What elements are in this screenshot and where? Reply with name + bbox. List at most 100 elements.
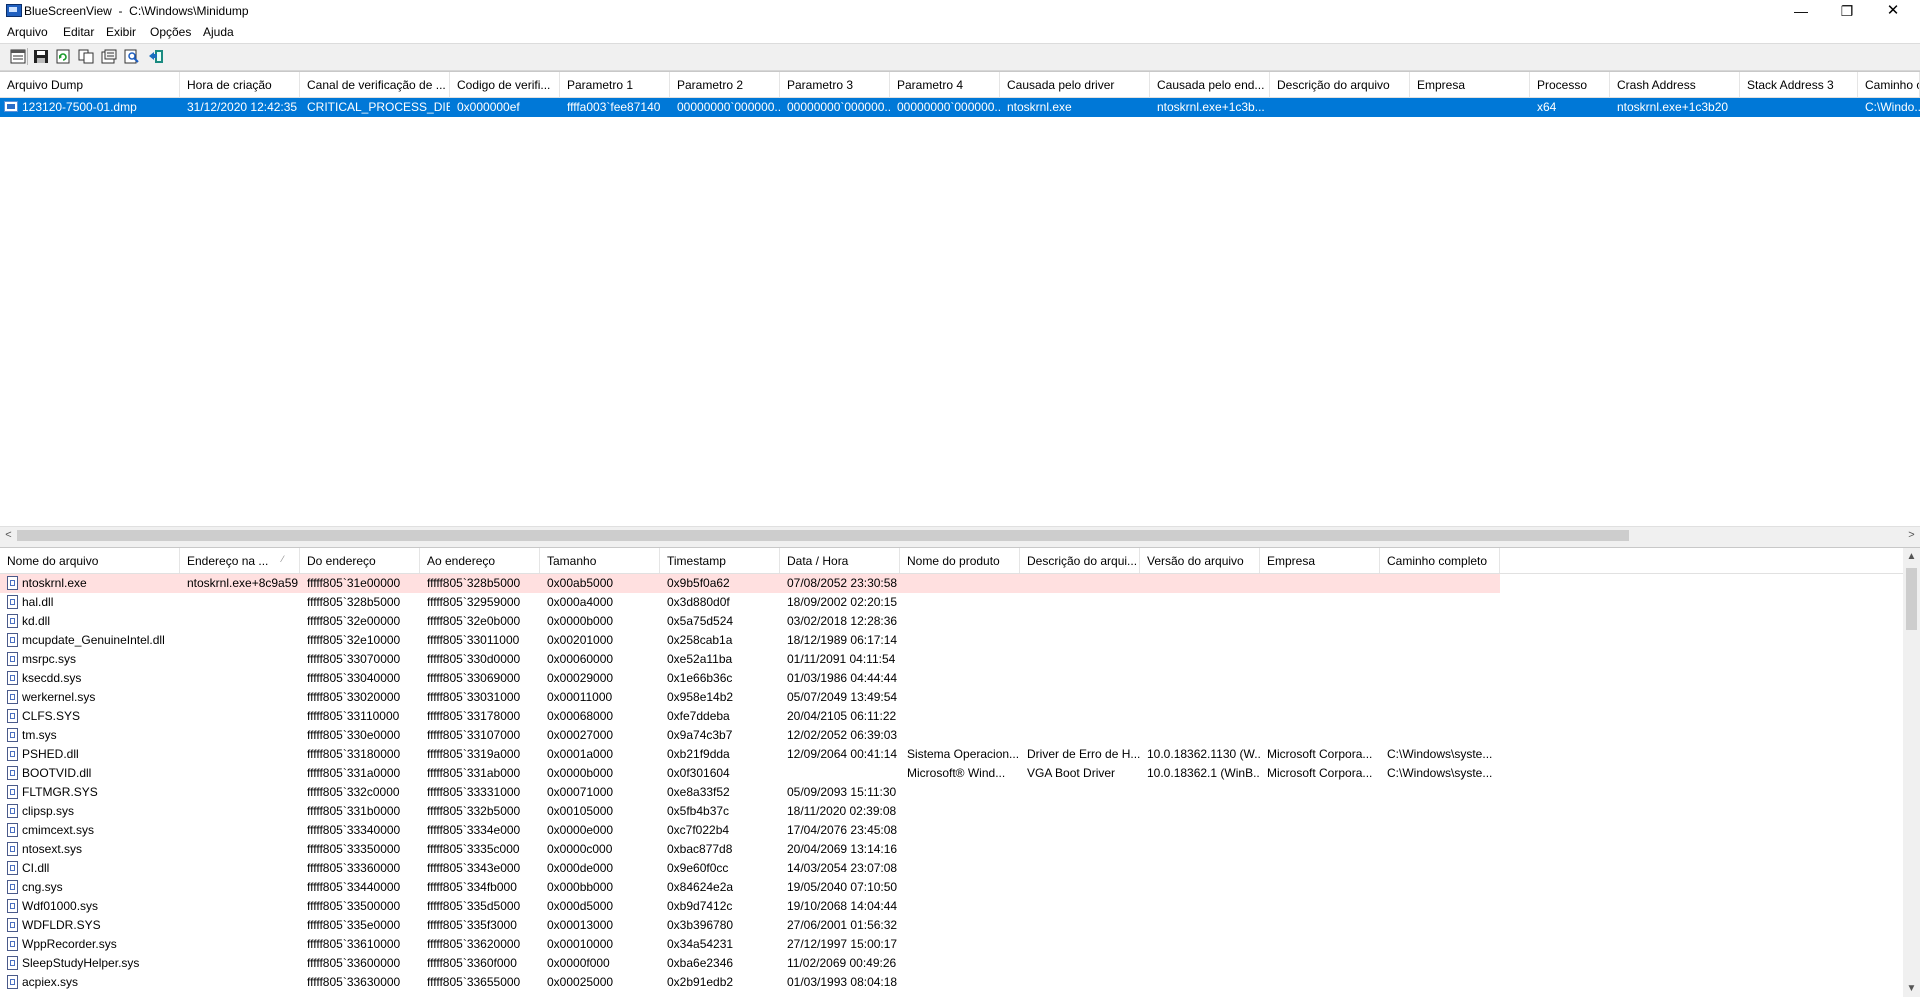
- driver-row[interactable]: CLFS.SYS fffff805`33110000 fffff805`331780…: [0, 707, 1903, 726]
- table-cell: ntoskrnl.exe+1c3b...: [1157, 100, 1265, 114]
- table-cell: 0xba6e2346: [667, 956, 734, 970]
- save-icon[interactable]: [33, 49, 49, 64]
- column-header[interactable]: Arquivo Dump: [0, 72, 180, 97]
- exit-icon[interactable]: [148, 49, 164, 64]
- scroll-down-icon[interactable]: ▼: [1903, 980, 1920, 997]
- column-header[interactable]: Parametro 1: [560, 72, 670, 97]
- menu-opcoes[interactable]: Opções: [150, 25, 191, 39]
- column-header[interactable]: Data / Hora: [780, 548, 900, 573]
- table-cell: 18/12/1989 06:17:14: [787, 633, 898, 647]
- column-header[interactable]: Parametro 3: [780, 72, 890, 97]
- column-header[interactable]: Empresa: [1260, 548, 1380, 573]
- driver-row[interactable]: kd.dll fffff805`32e00000 fffff805`32e0b000…: [0, 612, 1903, 631]
- driver-row[interactable]: werkernel.sys fffff805`33020000 fffff805`3…: [0, 688, 1903, 707]
- column-header[interactable]: Crash Address: [1610, 72, 1740, 97]
- properties-window-icon[interactable]: [10, 49, 26, 64]
- column-header[interactable]: Nome do produto: [900, 548, 1020, 573]
- driver-row[interactable]: ksecdd.sys fffff805`33040000 fffff805`3306…: [0, 669, 1903, 688]
- column-header[interactable]: Parametro 2: [670, 72, 780, 97]
- driver-row[interactable]: PSHED.dll fffff805`33180000 fffff805`3319a…: [0, 745, 1903, 764]
- driver-row[interactable]: acpiex.sys fffff805`33630000 fffff805`3365…: [0, 973, 1903, 992]
- scrollbar-thumb[interactable]: [17, 530, 1629, 541]
- table-cell: 0xc7f022b4: [667, 823, 730, 837]
- driver-row[interactable]: BOOTVID.dll fffff805`331a0000 fffff805`331…: [0, 764, 1903, 783]
- table-cell: fffff805`332c0000: [307, 785, 400, 799]
- driver-row[interactable]: cng.sys fffff805`33440000 fffff805`334fb00…: [0, 878, 1903, 897]
- column-header[interactable]: Parametro 4: [890, 72, 1000, 97]
- menu-ajuda[interactable]: Ajuda: [203, 25, 234, 39]
- table-cell: [180, 631, 300, 650]
- copy-icon[interactable]: [78, 49, 94, 64]
- column-header[interactable]: Caminho completo: [1380, 548, 1500, 573]
- table-cell: [180, 650, 300, 669]
- table-cell: [1020, 593, 1140, 612]
- driver-row[interactable]: hal.dll fffff805`328b5000 fffff805`3295900…: [0, 593, 1903, 612]
- table-cell: C:\Windows\syste...: [1387, 747, 1493, 761]
- table-cell: 0x5fb4b37c: [667, 804, 730, 818]
- driver-row[interactable]: WppRecorder.sys fffff805`33610000 fffff805…: [0, 935, 1903, 954]
- table-cell: [1260, 612, 1380, 631]
- table-cell: 0x0000b000: [547, 614, 614, 628]
- driver-row[interactable]: msrpc.sys fffff805`33070000 fffff805`330d0…: [0, 650, 1903, 669]
- maximize-button[interactable]: ❐: [1824, 0, 1870, 22]
- vertical-scrollbar[interactable]: ▲ ▼: [1903, 548, 1920, 997]
- driver-row[interactable]: tm.sys fffff805`330e0000 fffff805`33107000…: [0, 726, 1903, 745]
- column-header[interactable]: Descrição do arquivo: [1270, 72, 1410, 97]
- toolbar-separator: [27, 48, 28, 65]
- column-header[interactable]: Hora de criação: [180, 72, 300, 97]
- report-icon[interactable]: [101, 49, 117, 64]
- driver-row[interactable]: cmimcext.sys fffff805`33340000 fffff805`33…: [0, 821, 1903, 840]
- column-header[interactable]: Canal de verificação de ...: [300, 72, 450, 97]
- crash-dump-row[interactable]: 123120-7500-01.dmp 31/12/2020 12:42:35 CRI…: [0, 98, 1920, 117]
- table-cell: [180, 707, 300, 726]
- column-header[interactable]: Causada pelo driver: [1000, 72, 1150, 97]
- table-cell: 27/06/2001 01:56:32: [787, 918, 898, 932]
- driver-row[interactable]: CI.dll fffff805`33360000 fffff805`3343e000…: [0, 859, 1903, 878]
- table-cell: [1020, 821, 1140, 840]
- column-header[interactable]: Caminho c: [1858, 72, 1920, 97]
- scroll-right-icon[interactable]: >: [1903, 527, 1920, 544]
- driver-row[interactable]: ntoskrnl.exe ntoskrnl.exe+8c9a59 fffff805`…: [0, 574, 1500, 593]
- driver-row[interactable]: clipsp.sys fffff805`331b0000 fffff805`332b…: [0, 802, 1903, 821]
- table-cell: [180, 973, 300, 992]
- minimize-button[interactable]: —: [1778, 0, 1824, 22]
- scrollbar-thumb[interactable]: [1906, 568, 1917, 630]
- column-header[interactable]: Ao endereço: [420, 548, 540, 573]
- menu-exibir[interactable]: Exibir: [106, 25, 136, 39]
- column-header[interactable]: Empresa: [1410, 72, 1530, 97]
- driver-row[interactable]: FLTMGR.SYS fffff805`332c0000 fffff805`3333…: [0, 783, 1903, 802]
- table-cell: [1260, 897, 1380, 916]
- column-header[interactable]: Nome do arquivo: [0, 548, 180, 573]
- scroll-left-icon[interactable]: <: [0, 527, 17, 544]
- horizontal-scrollbar[interactable]: < >: [0, 526, 1920, 544]
- refresh-icon[interactable]: [55, 49, 71, 64]
- scroll-up-icon[interactable]: ▲: [1903, 548, 1920, 565]
- menu-arquivo[interactable]: Arquivo: [7, 25, 48, 39]
- column-header[interactable]: Causada pelo end...: [1150, 72, 1270, 97]
- driver-row[interactable]: Wdf01000.sys fffff805`33500000 fffff805`33…: [0, 897, 1903, 916]
- menu-editar[interactable]: Editar: [63, 25, 94, 39]
- column-header[interactable]: Do endereço: [300, 548, 420, 573]
- column-header[interactable]: Codigo de verifi...: [450, 72, 560, 97]
- table-cell: fffff805`33655000: [427, 975, 521, 989]
- find-icon[interactable]: [124, 49, 140, 64]
- column-header[interactable]: Versão do arquivo: [1140, 548, 1260, 573]
- table-cell: 14/03/2054 23:07:08: [787, 861, 898, 875]
- table-cell: [780, 764, 900, 783]
- table-cell: 0x258cab1a: [667, 633, 733, 647]
- close-button[interactable]: ✕: [1870, 0, 1916, 22]
- table-cell: [1380, 612, 1500, 631]
- table-cell: Microsoft® Wind...: [907, 766, 1006, 780]
- table-cell: fffff805`33180000: [307, 747, 401, 761]
- driver-row[interactable]: WDFLDR.SYS fffff805`335e0000 fffff805`335f…: [0, 916, 1903, 935]
- driver-row[interactable]: SleepStudyHelper.sys fffff805`33600000 fff…: [0, 954, 1903, 973]
- column-header[interactable]: Descrição do arqui...: [1020, 548, 1140, 573]
- column-header[interactable]: Stack Address 3: [1740, 72, 1858, 97]
- driver-row[interactable]: mcupdate_GenuineIntel.dll fffff805`32e100…: [0, 631, 1903, 650]
- table-cell: [1380, 669, 1500, 688]
- driver-row[interactable]: ntosext.sys fffff805`33350000 fffff805`333…: [0, 840, 1903, 859]
- table-cell: [900, 631, 1020, 650]
- column-header[interactable]: Tamanho: [540, 548, 660, 573]
- column-header[interactable]: Timestamp: [660, 548, 780, 573]
- column-header[interactable]: Processo: [1530, 72, 1610, 97]
